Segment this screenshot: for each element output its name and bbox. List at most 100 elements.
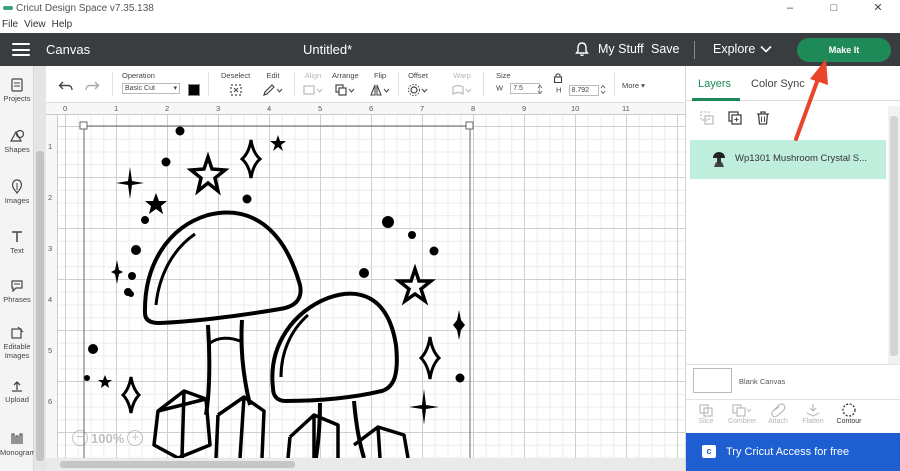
height-input[interactable]: 8.792 [568, 85, 599, 96]
cricut-access-banner[interactable]: c Try Cricut Access for free [686, 433, 900, 471]
menu-help[interactable]: Help [50, 19, 77, 30]
sidebar-item-images[interactable]: Images [0, 179, 34, 205]
toolbar-divider [208, 72, 209, 96]
combine-label: Combine [727, 418, 756, 425]
slice-button[interactable]: Slice [688, 403, 724, 425]
sidebar-item-projects[interactable]: Projects [0, 78, 34, 103]
undo-icon[interactable] [58, 80, 74, 92]
save-button[interactable]: Save [651, 42, 680, 56]
annotation-arrow-icon [794, 59, 828, 141]
sidebar-item-editable-images[interactable]: Editable Images [0, 326, 34, 360]
shapes-icon [9, 129, 25, 142]
attach-button[interactable]: Attach [760, 403, 796, 425]
minimize-button[interactable]: – [768, 0, 812, 16]
ruler-tick-label: 1 [48, 142, 53, 151]
ruler-tick-label: 0 [63, 104, 68, 113]
document-title[interactable]: Untitled* [303, 42, 352, 57]
menu-file[interactable]: File [0, 19, 22, 30]
offset-icon [408, 84, 428, 96]
sidebar-item-upload[interactable]: Upload [0, 379, 34, 404]
combine-button[interactable]: Combine [724, 403, 760, 425]
toolbar-divider [614, 72, 615, 96]
layer-item[interactable]: Wp1301 Mushroom Crystal S... [690, 140, 886, 179]
trash-icon[interactable] [755, 110, 771, 126]
flatten-button[interactable]: Flatten [795, 403, 831, 425]
blank-canvas-swatch[interactable] [693, 368, 732, 393]
duplicate-icon[interactable] [727, 110, 743, 126]
layer-name: Wp1301 Mushroom Crystal S... [735, 153, 867, 164]
deselect-tool[interactable]: Deselect [221, 71, 250, 99]
arrange-label: Arrange [332, 71, 359, 80]
warp-icon [452, 84, 472, 96]
ruler-tick-label: 4 [267, 104, 272, 113]
canvas-horizontal-scrollbar[interactable] [46, 458, 685, 471]
left-sidebar: Projects Shapes Images Text Phrases Edit… [0, 66, 36, 471]
window-title-bar: Cricut Design Space v7.35.138 – □ ✕ [0, 0, 900, 16]
ruler-tick-label: 4 [48, 295, 53, 304]
design-canvas[interactable] [58, 115, 685, 458]
mushroom-thumbnail-icon [713, 152, 725, 167]
zoom-level: 100% [91, 430, 125, 446]
group-icon[interactable] [699, 110, 715, 126]
sidebar-item-label: Images [4, 196, 30, 205]
zoom-in-button[interactable]: + [127, 430, 144, 446]
tab-layers[interactable]: Layers [698, 78, 731, 90]
deselect-icon [229, 84, 242, 96]
chevron-down-icon[interactable] [760, 44, 772, 54]
ruler-tick-label: 1 [114, 104, 119, 113]
explore-menu[interactable]: Explore [713, 42, 755, 56]
warp-tool[interactable]: Warp [451, 71, 473, 99]
zoom-out-button[interactable]: − [72, 430, 88, 446]
pen-icon [263, 84, 283, 96]
arrange-tool[interactable]: Arrange [332, 71, 359, 99]
bell-icon[interactable] [575, 42, 589, 57]
ruler-tick-label: 5 [318, 104, 323, 113]
align-icon [303, 85, 323, 95]
ruler-tick-label: 6 [48, 397, 53, 406]
sidebar-item-shapes[interactable]: Shapes [0, 129, 34, 154]
offset-label: Offset [408, 71, 428, 80]
width-input[interactable]: 7.5 [510, 83, 541, 94]
align-tool[interactable]: Align [302, 71, 324, 99]
width-stepper-icon[interactable] [537, 84, 543, 95]
operation-select[interactable]: Basic Cut [122, 83, 180, 94]
maximize-button[interactable]: □ [812, 0, 856, 16]
arrange-icon [335, 84, 355, 96]
sidebar-item-text[interactable]: Text [0, 230, 34, 255]
sidebar-item-monogram[interactable]: Monogram [0, 432, 36, 457]
cricut-access-text: Try Cricut Access for free [726, 446, 850, 458]
ruler-tick-label: 5 [48, 346, 53, 355]
more-menu[interactable]: More ▾ [622, 81, 645, 90]
edit-tool[interactable]: Edit [262, 71, 284, 99]
lock-icon[interactable] [553, 72, 563, 83]
operation-color-swatch[interactable] [188, 84, 200, 96]
scrollbar-thumb[interactable] [60, 461, 295, 468]
sidebar-item-phrases[interactable]: Phrases [0, 279, 34, 304]
scrollbar-thumb[interactable] [36, 151, 44, 461]
scrollbar-thumb[interactable] [890, 116, 898, 356]
text-icon [12, 231, 22, 242]
sidebar-scrollbar[interactable] [34, 66, 46, 471]
my-stuff-link[interactable]: My Stuff [598, 42, 644, 56]
mushroom-crystal-design[interactable] [58, 115, 685, 458]
toolbar-divider [398, 72, 399, 96]
ruler-tick-label: 3 [48, 244, 53, 253]
hamburger-menu-icon[interactable] [12, 43, 30, 56]
panel-scrollbar[interactable] [888, 106, 900, 364]
height-stepper-icon[interactable] [600, 84, 606, 95]
offset-tool[interactable]: Offset [407, 71, 429, 99]
close-button[interactable]: ✕ [856, 0, 900, 16]
ruler-tick-label: 2 [165, 104, 170, 113]
images-icon [12, 179, 22, 194]
flip-tool[interactable]: Flip [369, 71, 391, 99]
menu-view[interactable]: View [22, 19, 50, 30]
upload-icon [12, 381, 22, 392]
sidebar-item-label: Monogram [0, 448, 36, 457]
contour-button[interactable]: Contour [831, 403, 867, 425]
sidebar-item-label: Phrases [3, 295, 31, 304]
redo-icon[interactable] [84, 80, 100, 92]
sidebar-item-label: Upload [5, 395, 29, 404]
editable-images-icon [11, 326, 24, 339]
active-tab-indicator [692, 98, 740, 101]
ruler-tick-label: 3 [216, 104, 221, 113]
